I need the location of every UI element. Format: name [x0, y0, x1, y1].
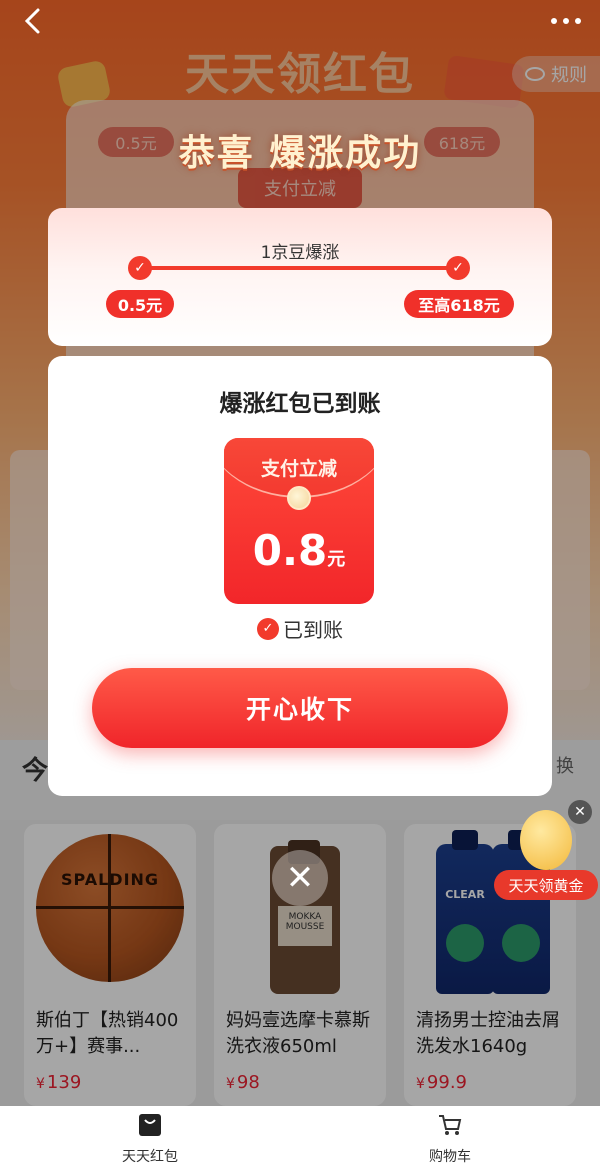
coin-icon [287, 486, 311, 510]
bottom-tabbar: 天天红包 购物车 [0, 1106, 600, 1172]
tab-cart[interactable]: 购物车 [390, 1112, 510, 1166]
more-dots-icon[interactable] [546, 6, 586, 36]
tab-label: 购物车 [429, 1149, 471, 1165]
tab-label: 天天红包 [122, 1149, 178, 1165]
arrived-status: ✓ 已到账 [48, 614, 552, 643]
close-icon[interactable]: ✕ [272, 850, 328, 906]
progress-title: 1京豆爆涨 [260, 243, 340, 263]
progress-start-tag: 0.5元 [106, 290, 174, 318]
check-icon: ✓ [446, 256, 470, 280]
gold-widget-label[interactable]: 天天领黄金 [494, 870, 598, 900]
cart-icon [439, 1115, 462, 1135]
back-arrow-icon[interactable] [18, 6, 48, 36]
check-icon: ✓ [257, 617, 279, 640]
gold-egg-icon [520, 810, 572, 870]
amount-value: 0.8 [252, 526, 328, 575]
check-icon: ✓ [128, 256, 152, 280]
red-envelope: 支付立减 0.8元 [224, 438, 374, 604]
bag-icon [139, 1114, 161, 1136]
envelope-amount: 0.8元 [224, 526, 374, 575]
widget-close-icon[interactable]: ✕ [568, 800, 592, 824]
congrats-headline: 恭喜 爆涨成功 [178, 133, 422, 174]
arrived-label: 已到账 [283, 618, 343, 642]
progress-line [142, 266, 460, 270]
tab-red-packet[interactable]: 天天红包 [90, 1112, 210, 1166]
accept-button[interactable]: 开心收下 [92, 668, 508, 748]
progress-end-tag: 至高618元 [404, 290, 514, 318]
reward-modal: 爆涨红包已到账 支付立减 0.8元 ✓ 已到账 开心收下 [48, 356, 552, 796]
modal-title: 爆涨红包已到账 [219, 391, 381, 417]
progress-card: 1京豆爆涨 ✓ ✓ 0.5元 至高618元 [48, 208, 552, 346]
amount-unit: 元 [327, 549, 346, 570]
envelope-title: 支付立减 [260, 458, 337, 480]
